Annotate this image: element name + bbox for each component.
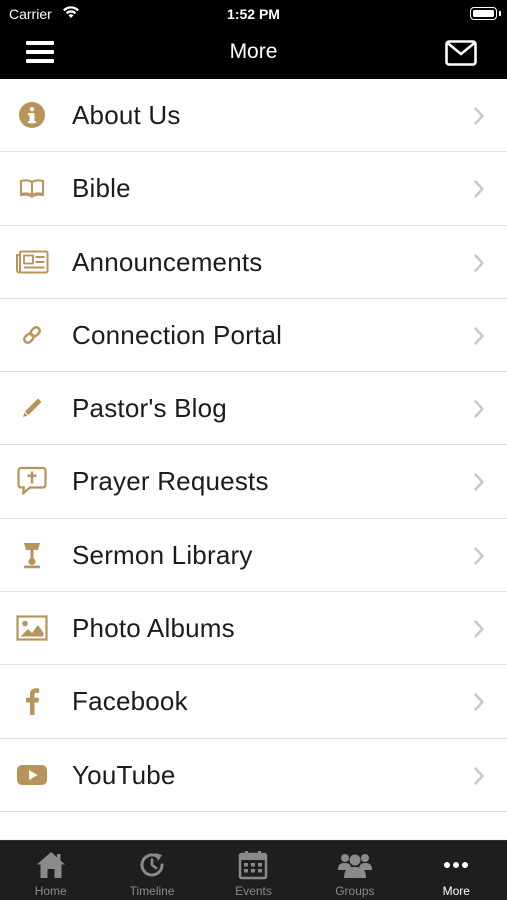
chevron-right-icon	[473, 106, 485, 126]
lectern-icon	[14, 537, 50, 573]
menu-item-label: Sermon Library	[72, 539, 253, 570]
menu-item-label: Announcements	[72, 246, 263, 277]
tab-home[interactable]: Home	[0, 841, 101, 900]
newspaper-icon	[14, 244, 50, 280]
chevron-right-icon	[473, 472, 485, 492]
menu-item-label: Facebook	[72, 686, 188, 717]
link-icon	[14, 317, 50, 353]
menu-item-prayer-requests[interactable]: Prayer Requests	[0, 445, 507, 519]
menu-item-label: Connection Portal	[72, 319, 283, 350]
menu-item-connection-portal[interactable]: Connection Portal	[0, 298, 507, 373]
groups-icon	[304, 849, 405, 881]
facebook-icon	[14, 683, 50, 719]
tab-timeline[interactable]: Timeline	[101, 841, 202, 900]
chevron-right-icon	[473, 326, 485, 346]
menu-item-photo-albums[interactable]: Photo Albums	[0, 592, 507, 666]
menu-item-label: Pastor's Blog	[72, 393, 227, 424]
tab-groups[interactable]: Groups	[304, 841, 405, 900]
home-icon	[0, 849, 101, 881]
menu-item-label: Prayer Requests	[72, 466, 269, 497]
chevron-right-icon	[473, 253, 485, 273]
tab-label: More	[442, 884, 470, 898]
info-icon	[14, 97, 50, 133]
more-menu-list: About Us Bible Announcements Connection Por…	[0, 79, 507, 839]
tab-events[interactable]: Events	[203, 841, 304, 900]
chevron-right-icon	[473, 619, 485, 639]
menu-item-youtube[interactable]: YouTube	[0, 738, 507, 812]
menu-item-about-us[interactable]: About Us	[0, 79, 507, 153]
youtube-icon	[14, 757, 50, 793]
menu-item-label: About Us	[72, 100, 181, 130]
tab-more[interactable]: More	[406, 841, 507, 900]
tab-label: Groups	[335, 884, 375, 898]
pencil-icon	[14, 390, 50, 426]
chevron-right-icon	[473, 546, 485, 566]
battery-icon	[470, 7, 501, 20]
status-bar: Carrier 1:52 PM	[0, 0, 507, 28]
menu-item-sermon-library[interactable]: Sermon Library	[0, 518, 507, 593]
chevron-right-icon	[473, 766, 485, 786]
tab-label: Home	[34, 884, 67, 898]
tab-label: Timeline	[129, 884, 175, 898]
clock: 1:52 PM	[227, 6, 280, 22]
more-dots-icon	[406, 849, 507, 881]
chevron-right-icon	[473, 179, 485, 199]
book-icon	[14, 170, 50, 206]
menu-item-bible[interactable]: Bible	[0, 152, 507, 226]
tab-bar: Home Timeline Events Groups More	[0, 840, 507, 900]
menu-item-label: YouTube	[72, 759, 176, 790]
tab-label: Events	[235, 884, 272, 898]
calendar-icon	[203, 849, 304, 881]
menu-item-label: Photo Albums	[72, 613, 235, 644]
chevron-right-icon	[473, 399, 485, 419]
timeline-icon	[101, 849, 202, 881]
prayer-bubble-icon	[14, 463, 50, 499]
mail-icon[interactable]	[445, 40, 477, 66]
menu-item-pastor-s-blog[interactable]: Pastor's Blog	[0, 372, 507, 446]
menu-item-facebook[interactable]: Facebook	[0, 665, 507, 739]
chevron-right-icon	[473, 692, 485, 712]
photo-icon	[14, 610, 50, 646]
menu-item-label: Bible	[72, 173, 131, 204]
menu-item-announcements[interactable]: Announcements	[0, 225, 507, 299]
page-title: More	[229, 40, 278, 63]
nav-bar: More	[0, 28, 507, 79]
